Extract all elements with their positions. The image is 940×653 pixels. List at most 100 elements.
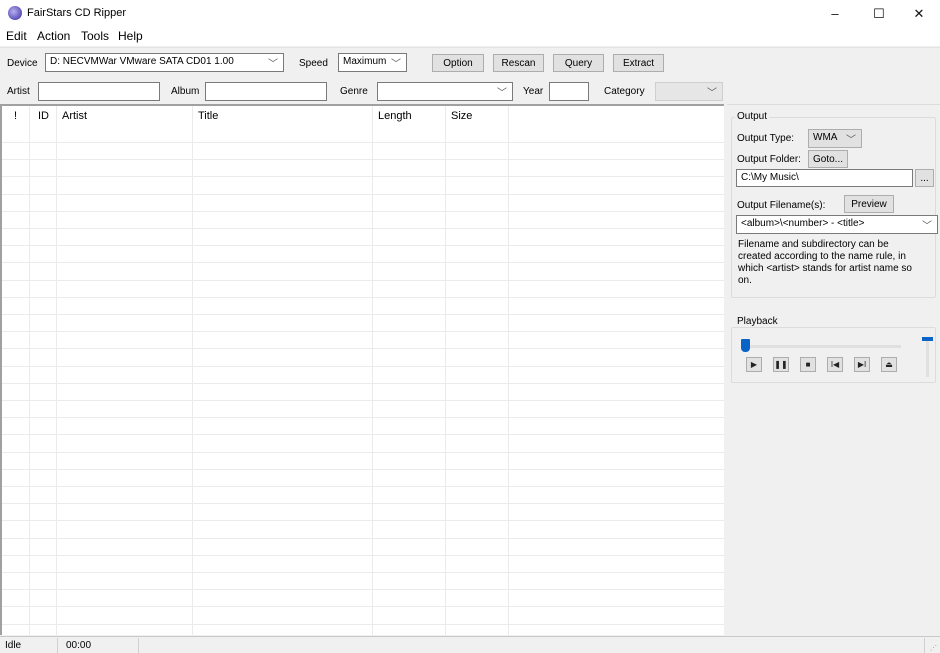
play-button[interactable]: ▶ — [746, 357, 762, 372]
position-slider-thumb[interactable] — [741, 339, 750, 352]
app-icon — [8, 6, 22, 20]
toolbar: Device D: NECVMWar VMware SATA CD01 1.00… — [0, 47, 940, 103]
device-value: D: NECVMWar VMware SATA CD01 1.00 — [50, 56, 234, 67]
preview-button[interactable]: Preview — [844, 195, 894, 213]
table-row-line — [2, 193, 724, 195]
window-title: FairStars CD Ripper — [27, 7, 127, 19]
table-row-line — [2, 382, 724, 384]
column-header-title[interactable]: Title — [198, 110, 218, 122]
artist-filter-label: Artist — [7, 86, 30, 97]
table-row-line — [2, 400, 724, 401]
status-bar: Idle 00:00 ⋰ — [0, 636, 940, 653]
filename-help-text: Filename and subdirectory can be created… — [738, 239, 912, 286]
table-row-line — [2, 451, 724, 453]
album-filter-label: Album — [171, 86, 200, 97]
category-filter-select[interactable]: ﹀ — [655, 82, 723, 101]
menu-tools[interactable]: Tools — [81, 29, 109, 43]
output-type-label: Output Type: — [737, 133, 795, 144]
table-row-line — [2, 486, 724, 487]
table-row-line — [2, 503, 724, 505]
table-row-line — [2, 176, 724, 178]
volume-slider-track[interactable] — [926, 337, 929, 377]
table-row-line — [2, 468, 724, 470]
album-filter-input[interactable] — [205, 82, 327, 101]
output-filename-label: Output Filename(s): — [737, 200, 826, 211]
column-header-size[interactable]: Size — [451, 110, 472, 122]
stop-icon: ■ — [805, 360, 811, 369]
goto-folder-button[interactable]: Goto... — [808, 150, 848, 168]
artist-filter-input[interactable] — [38, 82, 160, 101]
table-row-line — [2, 228, 724, 229]
rescan-button[interactable]: Rescan — [493, 54, 544, 72]
table-row-line — [2, 520, 724, 522]
status-state: Idle — [5, 640, 22, 651]
table-row-line — [2, 572, 724, 573]
resize-grip-icon[interactable]: ⋰ — [930, 644, 937, 652]
volume-slider-thumb[interactable] — [922, 337, 933, 341]
chevron-down-icon: ﹀ — [268, 59, 278, 70]
table-row-line — [2, 262, 724, 264]
table-row-line — [2, 159, 724, 161]
pause-button[interactable]: ❚❚ — [773, 357, 789, 372]
track-list[interactable]: ! ID Artist Title Length Size — [0, 104, 724, 635]
table-row-line — [2, 365, 724, 367]
table-row-line — [2, 606, 724, 608]
minimize-button[interactable]: – — [812, 0, 858, 27]
column-header-flag[interactable]: ! — [14, 110, 17, 122]
play-icon: ▶ — [750, 360, 758, 369]
playback-group-title: Playback — [735, 316, 780, 327]
device-select[interactable]: D: NECVMWar VMware SATA CD01 1.00 ﹀ — [45, 53, 284, 72]
table-row-line — [2, 296, 724, 298]
table-row-line — [2, 279, 724, 281]
option-button[interactable]: Option — [432, 54, 484, 72]
close-button[interactable]: ✕ — [896, 0, 940, 27]
menu-action[interactable]: Action — [37, 29, 70, 43]
table-row-line — [2, 417, 724, 419]
skip-back-icon: I◀ — [830, 360, 840, 369]
menu-edit[interactable]: Edit — [6, 29, 27, 43]
query-button[interactable]: Query — [553, 54, 604, 72]
output-filename-select[interactable]: <album>\<number> - <title> ﹀ — [736, 215, 938, 234]
status-separator — [138, 638, 139, 653]
speed-select[interactable]: Maximum ﹀ — [338, 53, 407, 72]
output-group-title: Output — [735, 111, 770, 122]
table-row-line — [2, 314, 724, 315]
table-row-line — [2, 348, 724, 350]
table-row-line — [2, 142, 724, 143]
chevron-down-icon: ﹀ — [497, 88, 507, 99]
extract-button[interactable]: Extract — [613, 54, 664, 72]
output-type-select[interactable]: WMA ﹀ — [808, 129, 862, 148]
column-header-id[interactable]: ID — [38, 110, 49, 122]
status-time: 00:00 — [66, 640, 92, 651]
category-filter-label: Category — [604, 86, 645, 97]
output-folder-label: Output Folder: — [737, 154, 801, 165]
chevron-down-icon: ﹀ — [391, 59, 401, 70]
output-filename-value: <album>\<number> - <title> — [741, 218, 865, 229]
eject-icon: ⏏ — [885, 360, 893, 369]
position-slider-track[interactable] — [741, 345, 901, 348]
browse-folder-button[interactable]: ... — [915, 169, 934, 187]
genre-filter-label: Genre — [340, 86, 368, 97]
table-row-line — [2, 537, 724, 539]
speed-value: Maximum — [343, 56, 387, 67]
column-header-artist[interactable]: Artist — [62, 110, 87, 122]
year-filter-label: Year — [523, 86, 544, 97]
eject-button[interactable]: ⏏ — [881, 357, 897, 372]
genre-filter-select[interactable]: ﹀ — [377, 82, 513, 101]
table-row-line — [2, 245, 724, 247]
table-row-line — [2, 434, 724, 436]
year-filter-input[interactable] — [549, 82, 589, 101]
chevron-down-icon: ﹀ — [707, 88, 717, 99]
title-bar: FairStars CD Ripper – ☐ ✕ — [0, 0, 940, 27]
menu-help[interactable]: Help — [118, 29, 143, 43]
status-separator — [924, 638, 925, 653]
column-header-length[interactable]: Length — [378, 110, 412, 122]
chevron-down-icon: ﹀ — [846, 135, 856, 146]
previous-track-button[interactable]: I◀ — [827, 357, 843, 372]
table-row-line — [2, 210, 724, 212]
table-row-line — [2, 331, 724, 333]
stop-button[interactable]: ■ — [800, 357, 816, 372]
output-type-value: WMA — [813, 132, 838, 143]
next-track-button[interactable]: ▶I — [854, 357, 870, 372]
output-folder-input[interactable]: C:\My Music\ — [736, 169, 913, 187]
